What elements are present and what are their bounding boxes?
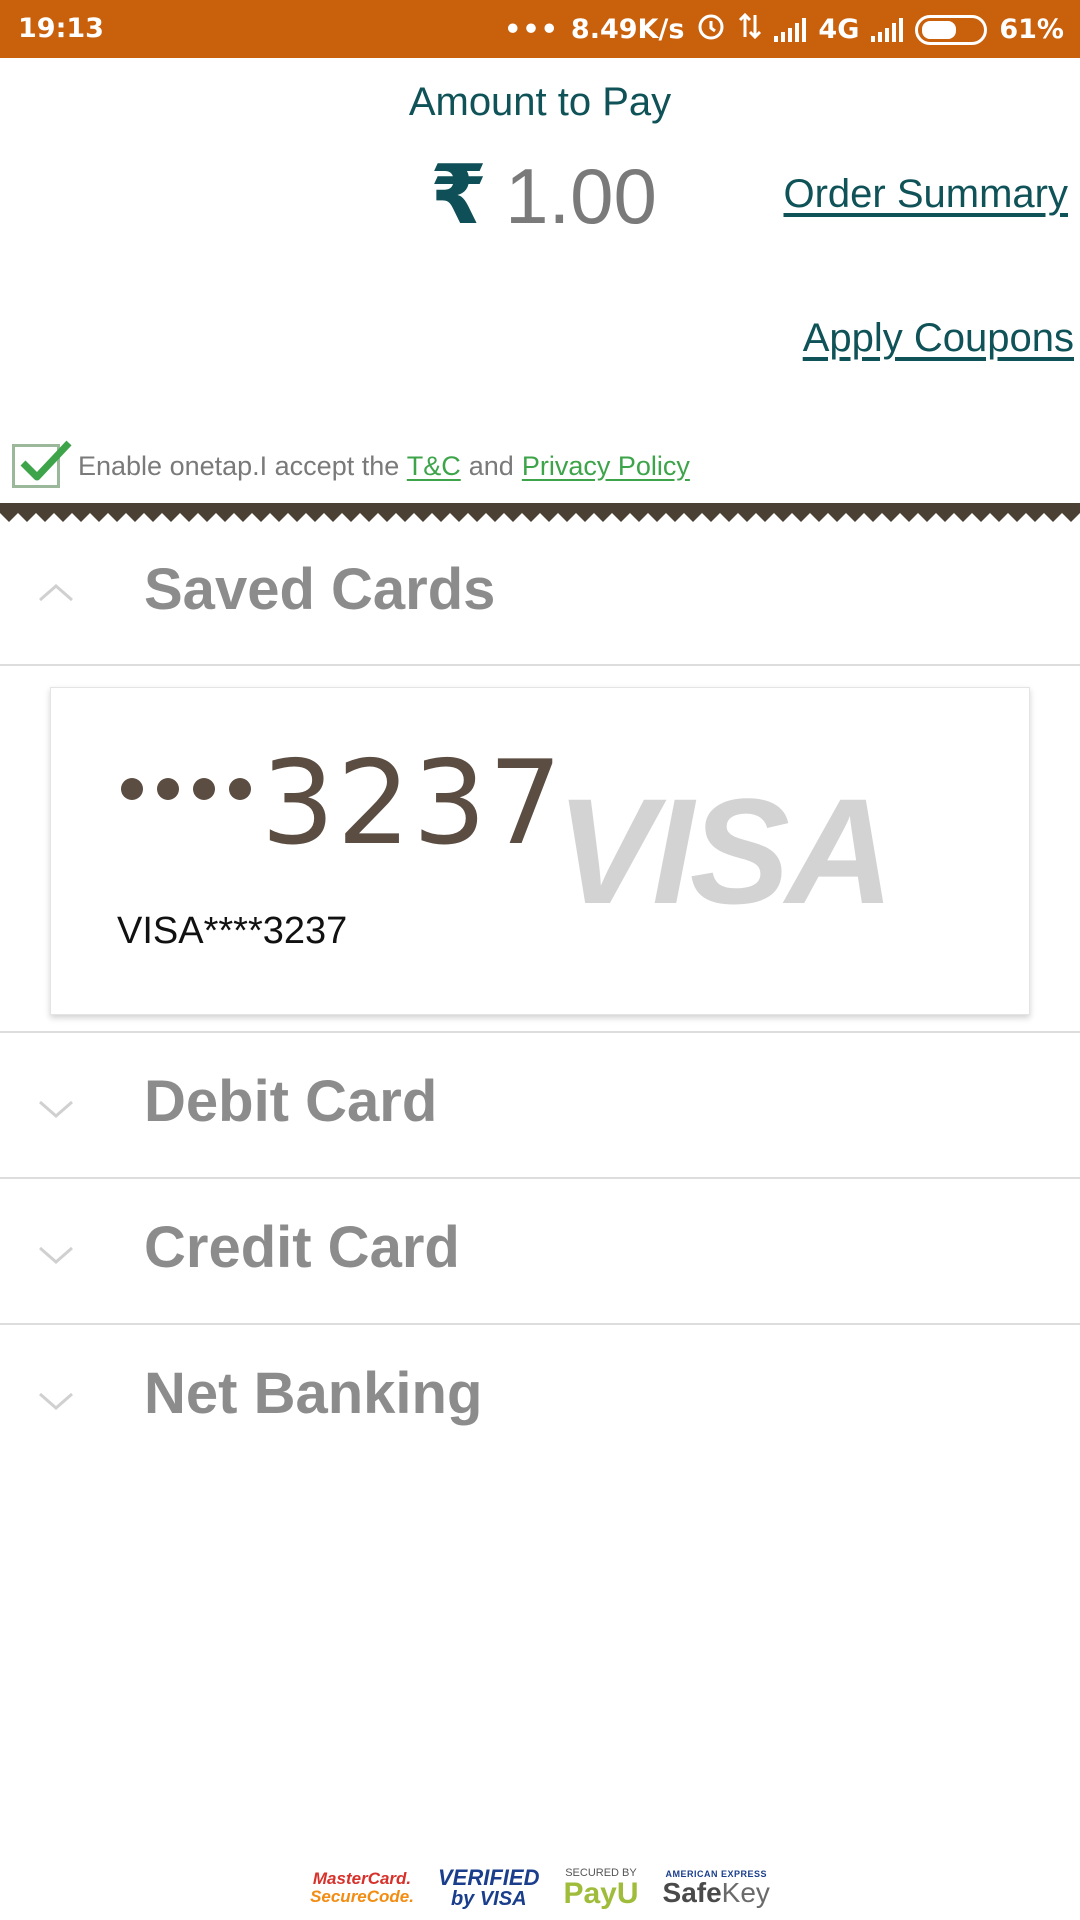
status-icons: ••• 8.49K/s 4G 61% [504, 11, 1064, 48]
payu-logo: SECURED BY PayU [563, 1866, 639, 1910]
chevron-down-icon [39, 1392, 73, 1410]
section-title: Debit Card [144, 1069, 438, 1134]
status-bar: 19:13 ••• 8.49K/s 4G 61% [0, 0, 1080, 58]
alarm-icon [696, 11, 726, 48]
visa-logo: VISA [556, 767, 894, 935]
verified-by-visa-logo: VERIFIED by VISA [438, 1865, 540, 1910]
battery-percent: 61% [999, 14, 1064, 45]
security-logos: MasterCard. SecureCode. VERIFIED by VISA… [0, 1862, 1080, 1914]
amount-display: ₹ 1.00 [430, 155, 657, 237]
card-label: VISA****3237 [117, 910, 348, 952]
and-text: and [468, 450, 514, 481]
masked-dots [121, 778, 251, 800]
signal-icon [871, 17, 904, 42]
mastercard-securecode-logo: MasterCard. SecureCode. [310, 1869, 414, 1906]
onetap-text: Enable onetap.I accept the [78, 450, 400, 481]
battery-icon [915, 14, 988, 45]
network-speed: 8.49K/s [570, 14, 685, 45]
more-dots-icon: ••• [504, 14, 559, 45]
check-icon [20, 440, 72, 481]
apply-coupons-link[interactable]: Apply Coupons [803, 316, 1074, 361]
order-summary-link[interactable]: Order Summary [784, 172, 1069, 217]
signal-icon [774, 17, 807, 42]
onetap-checkbox[interactable] [12, 440, 72, 488]
saved-card[interactable]: 3237 VISA VISA****3237 [50, 687, 1030, 1015]
data-transfer-icon [738, 11, 762, 48]
section-saved-cards[interactable]: Saved Cards [0, 520, 1080, 666]
section-debit-card[interactable]: Debit Card [0, 1034, 1080, 1179]
network-type: 4G [818, 14, 860, 45]
status-time: 19:13 [18, 13, 104, 44]
amex-safekey-logo: AMERICAN EXPRESS SafeKey [662, 1868, 770, 1908]
section-net-banking[interactable]: Net Banking [0, 1326, 1080, 1471]
section-credit-card[interactable]: Credit Card [0, 1180, 1080, 1325]
section-title: Saved Cards [144, 557, 496, 622]
terms-link[interactable]: T&C [407, 451, 461, 482]
saved-cards-panel: 3237 VISA VISA****3237 [0, 667, 1080, 1033]
chevron-down-icon [39, 1100, 73, 1118]
amount-to-pay-label: Amount to Pay [408, 80, 672, 124]
chevron-up-icon [39, 584, 73, 602]
onetap-consent: Enable onetap.I accept the T&C and Priva… [12, 440, 690, 488]
amount-value: 1.00 [505, 152, 657, 240]
section-title: Net Banking [144, 1361, 483, 1426]
section-title: Credit Card [144, 1215, 460, 1280]
privacy-policy-link[interactable]: Privacy Policy [522, 451, 690, 482]
card-last-four: 3237 [261, 736, 565, 871]
chevron-down-icon [39, 1246, 73, 1264]
rupee-icon: ₹ [430, 150, 488, 241]
